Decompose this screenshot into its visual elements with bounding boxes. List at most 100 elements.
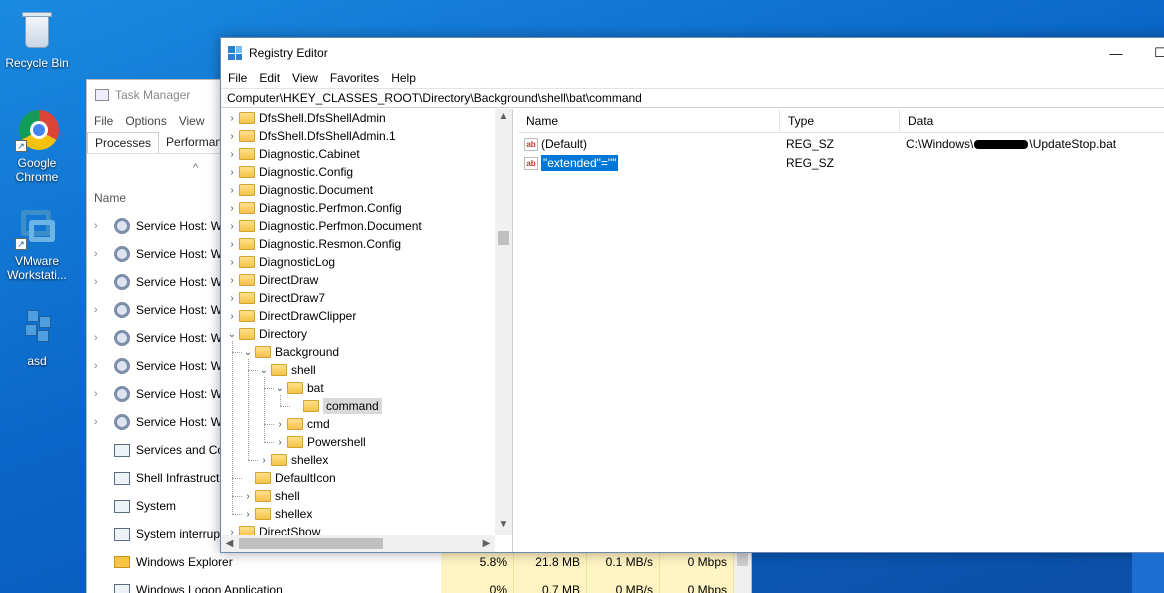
gear-icon <box>114 330 130 346</box>
expand-chevron-icon[interactable]: › <box>94 220 108 232</box>
re-menu-favorites[interactable]: Favorites <box>330 71 379 85</box>
desktop-icon-label: asd <box>27 354 47 368</box>
value-row[interactable]: ab (Default) REG_SZ C:\Windows\ \UpdateStop.… <box>518 135 1164 153</box>
tree-node[interactable]: › cmd <box>273 415 329 433</box>
expand-chevron-icon[interactable]: › <box>225 185 239 196</box>
folder-icon <box>114 556 130 568</box>
expand-chevron-icon[interactable]: › <box>94 388 108 400</box>
expand-chevron-icon[interactable]: › <box>94 304 108 316</box>
expand-chevron-icon[interactable]: › <box>94 248 108 260</box>
column-header-type[interactable]: Type <box>780 109 900 133</box>
collapse-chevron-icon[interactable]: ⌄ <box>225 329 239 340</box>
values-pane[interactable]: Name Type Data ab (Default) REG_SZ C:\Windo… <box>518 109 1164 552</box>
tab-processes[interactable]: Processes <box>87 132 160 153</box>
folder-icon <box>239 328 255 340</box>
tree-node[interactable]: DefaultIcon <box>241 469 336 487</box>
collapse-chevron-icon[interactable]: ⌄ <box>273 383 287 394</box>
column-header-data[interactable]: Data <box>900 109 1164 133</box>
expand-chevron-icon[interactable]: › <box>225 131 239 142</box>
tm-menu-file[interactable]: File <box>94 114 113 128</box>
expand-chevron-icon[interactable]: › <box>94 332 108 344</box>
tree-node-label: Diagnostic.Config <box>259 165 354 179</box>
desktop-icon-google-chrome[interactable]: ↗ Google Chrome <box>1 108 73 184</box>
tree-node[interactable]: › DirectDraw7 <box>225 289 325 307</box>
scroll-up-icon[interactable]: ▲ <box>495 111 512 122</box>
tree-node[interactable]: › DfsShell.DfsShellAdmin <box>225 109 385 127</box>
tree-scroll-thumb[interactable] <box>498 231 509 245</box>
registry-editor-titlebar[interactable]: Registry Editor <box>221 38 1164 68</box>
expand-chevron-icon[interactable]: › <box>225 203 239 214</box>
tm-menu-view[interactable]: View <box>179 114 205 128</box>
tree-node-label: DfsShell.DfsShellAdmin.1 <box>259 129 396 143</box>
expand-chevron-icon[interactable]: › <box>273 437 287 448</box>
tree-node[interactable]: › Powershell <box>273 433 365 451</box>
re-menu-help[interactable]: Help <box>391 71 416 85</box>
re-menu-view[interactable]: View <box>292 71 318 85</box>
tree-node[interactable]: › shellex <box>257 451 328 469</box>
expand-chevron-icon[interactable]: › <box>225 275 239 286</box>
expand-chevron-icon[interactable]: › <box>225 221 239 232</box>
expand-chevron-icon[interactable]: › <box>257 455 271 466</box>
collapse-chevron-icon[interactable]: ⌄ <box>241 347 255 358</box>
folder-icon <box>239 274 255 286</box>
desktop-icon-label: VMware Workstati... <box>7 254 67 282</box>
tree-node-label: Directory <box>259 327 308 341</box>
expand-chevron-icon[interactable]: › <box>225 257 239 268</box>
re-menu-edit[interactable]: Edit <box>259 71 280 85</box>
tree-node[interactable]: › Diagnostic.Perfmon.Document <box>225 217 421 235</box>
metric-disk: 0 MB/s <box>587 576 660 593</box>
tree-node[interactable]: › Diagnostic.Resmon.Config <box>225 235 401 253</box>
expand-chevron-icon[interactable]: › <box>94 416 108 428</box>
tree-node[interactable]: › Diagnostic.Cabinet <box>225 145 359 163</box>
desktop-icon-asd[interactable]: asd <box>1 306 73 368</box>
expand-chevron-icon[interactable]: › <box>94 360 108 372</box>
expand-chevron-icon[interactable]: › <box>225 293 239 304</box>
collapse-chevron-icon[interactable]: ⌄ <box>257 365 271 376</box>
tree-node[interactable]: › shell <box>241 487 299 505</box>
tree-node[interactable]: › DfsShell.DfsShellAdmin.1 <box>225 127 396 145</box>
tree-node[interactable]: ⌄ Background <box>241 343 339 361</box>
service-icon <box>114 443 130 457</box>
tree-vertical-scrollbar[interactable]: ▲ ▼ <box>495 109 512 535</box>
expand-chevron-icon[interactable]: › <box>273 419 287 430</box>
expand-chevron-icon[interactable]: › <box>225 149 239 160</box>
column-header-name[interactable]: Name <box>518 109 780 133</box>
tree-node[interactable]: ⌄ Directory <box>225 325 307 343</box>
expand-chevron-icon[interactable]: › <box>241 491 255 502</box>
tree-hscroll-thumb[interactable] <box>239 538 383 549</box>
minimize-button[interactable]: — <box>1101 38 1131 68</box>
tree-node[interactable]: › DirectDraw <box>225 271 318 289</box>
tree-node[interactable]: › DiagnosticLog <box>225 253 335 271</box>
scroll-right-icon[interactable]: ▶ <box>478 535 495 552</box>
tree-node[interactable]: › DirectDrawClipper <box>225 307 356 325</box>
tree-horizontal-scrollbar[interactable]: ◀ ▶ <box>221 535 495 552</box>
expand-chevron-icon[interactable]: › <box>241 509 255 520</box>
desktop-icon-recycle-bin[interactable]: Recycle Bin <box>1 8 73 70</box>
registry-editor-window[interactable]: Registry Editor — ☐ File Edit View Favor… <box>220 37 1164 553</box>
value-row[interactable]: ab "extended"="" REG_SZ <box>518 154 1164 172</box>
tree-node[interactable]: › Diagnostic.Document <box>225 181 373 199</box>
tree-node-label: command <box>323 398 382 414</box>
expand-chevron-icon[interactable]: › <box>94 276 108 288</box>
scroll-left-icon[interactable]: ◀ <box>221 535 238 552</box>
key-tree-pane[interactable]: › DfsShell.DfsShellAdmin › DfsShell.DfsShel… <box>221 109 513 552</box>
tree-node[interactable]: command <box>289 397 382 415</box>
tree-node[interactable]: ⌄ bat <box>273 379 324 397</box>
desktop-icon-vmware[interactable]: ↗ VMware Workstati... <box>1 206 73 282</box>
re-menu-file[interactable]: File <box>228 71 247 85</box>
tree-node[interactable]: › shellex <box>241 505 312 523</box>
desktop-icon-label: Recycle Bin <box>5 56 69 70</box>
expand-chevron-icon[interactable]: › <box>225 113 239 124</box>
scroll-down-icon[interactable]: ▼ <box>495 519 512 530</box>
folder-icon <box>239 220 255 232</box>
maximize-button[interactable]: ☐ <box>1145 38 1164 68</box>
expand-chevron-icon[interactable]: › <box>225 239 239 250</box>
expand-chevron-icon[interactable]: › <box>225 167 239 178</box>
tree-node[interactable]: › Diagnostic.Perfmon.Config <box>225 199 401 217</box>
expand-chevron-icon[interactable]: › <box>225 311 239 322</box>
process-row[interactable]: Windows Logon Application 0% 0.7 MB 0 MB/s 0… <box>87 576 753 593</box>
tree-node[interactable]: ⌄ shell <box>257 361 316 379</box>
tm-menu-options[interactable]: Options <box>125 114 166 128</box>
address-bar[interactable]: Computer\HKEY_CLASSES_ROOT\Directory\Bac… <box>221 88 1164 108</box>
tree-node[interactable]: › Diagnostic.Config <box>225 163 353 181</box>
